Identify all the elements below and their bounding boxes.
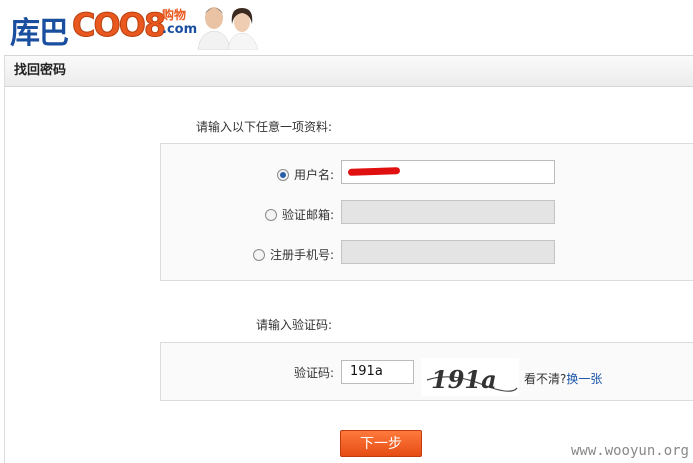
panel-title: 找回密码 [5, 56, 693, 87]
form-instruction: 请输入以下任意一项资料: [196, 120, 333, 134]
captcha-label: 验证码: [293, 366, 334, 380]
email-input[interactable] [341, 200, 555, 224]
option-phone[interactable]: 注册手机号: [230, 246, 334, 263]
next-step-button[interactable]: 下一步 [340, 430, 422, 457]
logo-name-cn: 库巴 [10, 16, 69, 51]
username-label: 用户名: [293, 168, 334, 182]
refresh-captcha-link[interactable]: 换一张 [566, 372, 602, 386]
phone-label: 注册手机号: [269, 248, 334, 262]
unclear-text: 看不清? [524, 372, 567, 386]
email-label: 验证邮箱: [281, 208, 334, 222]
captcha-graphic: 191a [426, 365, 518, 394]
captcha-text: 191a [431, 365, 497, 394]
phone-input[interactable] [341, 240, 555, 264]
logo-name-en: COO8 [71, 6, 166, 45]
captcha-input[interactable]: 191a [341, 360, 414, 384]
username-radio[interactable] [276, 169, 289, 181]
captcha-image[interactable]: 191a [421, 358, 519, 396]
username-input[interactable] [341, 160, 555, 184]
logo-tagline: 购物 [162, 8, 187, 22]
captcha-refresh: 看不清?换一张 [524, 370, 602, 387]
captcha-prompt: 请输入验证码: [256, 318, 333, 332]
option-email[interactable]: 验证邮箱: [230, 206, 334, 223]
site-header: 库巴 COO8 购物 .com [0, 0, 693, 55]
watermark: www.wooyun.org [570, 443, 689, 459]
option-username[interactable]: 用户名: [230, 166, 334, 183]
email-radio[interactable] [264, 209, 277, 221]
mascot-people-image [197, 7, 259, 50]
redaction-mark [347, 167, 401, 176]
phone-radio[interactable] [252, 249, 265, 261]
